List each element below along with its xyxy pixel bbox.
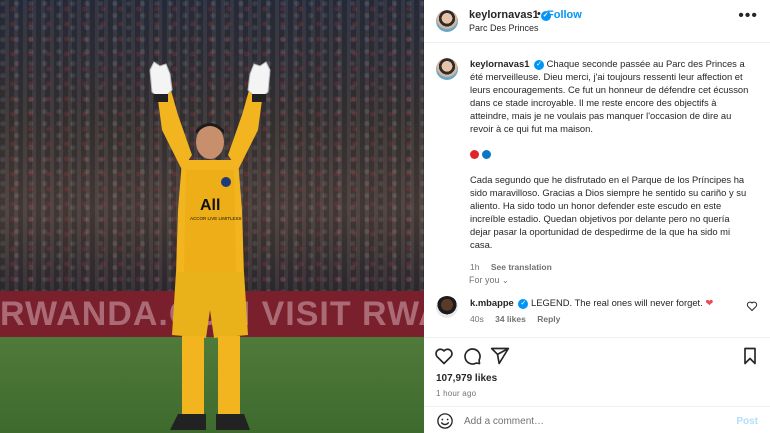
comment-meta: 40s 34 likes Reply bbox=[470, 314, 569, 324]
follow-button[interactable]: Follow bbox=[547, 9, 582, 21]
blue-circle-icon bbox=[482, 149, 491, 159]
caption-username[interactable]: keylornavas1 bbox=[470, 58, 529, 69]
caption-avatar[interactable] bbox=[436, 58, 458, 80]
location-link[interactable]: Parc Des Princes bbox=[469, 23, 539, 33]
verified-badge-icon: ✓ bbox=[518, 299, 529, 309]
jersey-sponsor: ACCOR LIVE LIMITLESS bbox=[190, 216, 242, 221]
emoji-icon[interactable] bbox=[436, 412, 454, 430]
comment-text: LEGEND. The real ones will never forget. bbox=[530, 297, 703, 308]
comment-age: 40s bbox=[470, 314, 484, 324]
bookmark-icon[interactable] bbox=[740, 346, 760, 366]
comment-body: k.mbappe ✓ LEGEND. The real ones will ne… bbox=[470, 296, 730, 309]
comment-likes[interactable]: 34 likes bbox=[495, 314, 526, 324]
commenter-username[interactable]: k.mbappe bbox=[470, 297, 514, 308]
goalkeeper-figure: All ACCOR LIVE LIMITLESS bbox=[149, 61, 271, 430]
share-icon[interactable] bbox=[490, 346, 510, 366]
flag-emojis bbox=[470, 149, 752, 161]
commenter-avatar[interactable] bbox=[436, 296, 458, 318]
post-panel: keylornavas1 ✓ • Follow Parc Des Princes … bbox=[424, 0, 770, 433]
author-avatar[interactable] bbox=[436, 10, 458, 32]
jersey-logo: All bbox=[200, 197, 220, 214]
post-comment-button[interactable]: Post bbox=[736, 416, 758, 427]
separator-dot: • bbox=[537, 8, 541, 20]
for-you-label[interactable]: For you bbox=[469, 275, 500, 285]
caption-meta: 1h See translation bbox=[470, 262, 552, 272]
caption-text-fr: Chaque seconde passée au Parc des Prince… bbox=[470, 58, 749, 135]
chevron-down-icon: ⌄ bbox=[502, 276, 509, 285]
comments-area[interactable]: keylornavas1 ✓ Chaque seconde passée au … bbox=[424, 44, 770, 334]
verified-badge-icon: ✓ bbox=[534, 60, 545, 70]
likes-count[interactable]: 107,979 likes bbox=[436, 373, 497, 384]
author-username-text[interactable]: keylornavas1 bbox=[469, 9, 539, 21]
like-comment-heart-icon[interactable] bbox=[746, 300, 758, 312]
like-heart-icon[interactable] bbox=[434, 346, 454, 366]
red-circle-icon bbox=[470, 149, 479, 159]
post-time[interactable]: 1 hour ago bbox=[436, 389, 476, 398]
comment-icon[interactable] bbox=[462, 346, 482, 366]
post-photo[interactable]: RWANDA.COM VISIT RWANDA All ACCOR LIVE L… bbox=[0, 0, 424, 433]
red-heart-emoji-icon: ❤ bbox=[705, 297, 714, 308]
see-translation-link[interactable]: See translation bbox=[491, 262, 552, 272]
add-comment-bar: Post bbox=[424, 406, 770, 433]
caption-text-es: Cada segundo que he disfrutado en el Par… bbox=[470, 173, 747, 251]
post-header: keylornavas1 ✓ • Follow Parc Des Princes … bbox=[424, 0, 770, 43]
action-bar bbox=[424, 337, 770, 373]
reply-button[interactable]: Reply bbox=[537, 314, 560, 324]
caption-age: 1h bbox=[470, 262, 480, 272]
more-options-icon[interactable]: ••• bbox=[738, 8, 758, 24]
caption-body: keylornavas1 ✓ Chaque seconde passée au … bbox=[470, 57, 752, 251]
add-comment-input[interactable] bbox=[464, 413, 724, 429]
for-you-filter[interactable]: For you ⌄ bbox=[469, 275, 509, 285]
